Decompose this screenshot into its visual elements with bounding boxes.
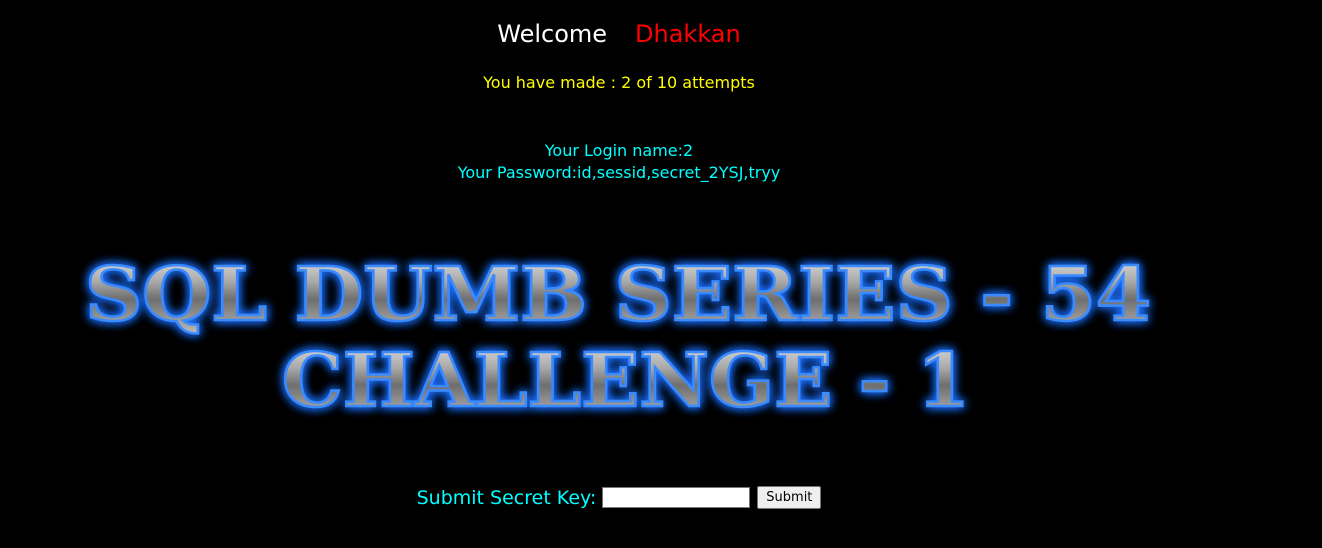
- user-name: Dhakkan: [635, 20, 741, 48]
- page: Welcome Dhakkan You have made : 2 of 10 a…: [0, 0, 1322, 548]
- attempts-counter: You have made : 2 of 10 attempts: [483, 73, 755, 92]
- secret-key-label: Submit Secret Key:: [416, 486, 597, 509]
- title-banner-image: SQL DUMB SERIES - 54 CHALLENGE - 1: [84, 251, 1153, 420]
- secret-key-input[interactable]: [602, 487, 751, 508]
- banner-line-1: SQL DUMB SERIES - 54: [85, 252, 1151, 338]
- login-name-text: Your Login name:2: [544, 141, 694, 160]
- secret-key-form: Submit Secret Key: Submit: [0, 486, 1238, 509]
- login-info: Your Login name:2 Your Password:id,sessi…: [0, 140, 1238, 184]
- login-password-text: Your Password:id,sessid,secret_2YSJ,tryy: [457, 163, 781, 182]
- submit-button[interactable]: Submit: [757, 486, 822, 509]
- banner-line-2: CHALLENGE - 1: [282, 338, 970, 420]
- welcome-label: Welcome: [497, 20, 608, 48]
- welcome-line: Welcome Dhakkan: [0, 20, 1238, 48]
